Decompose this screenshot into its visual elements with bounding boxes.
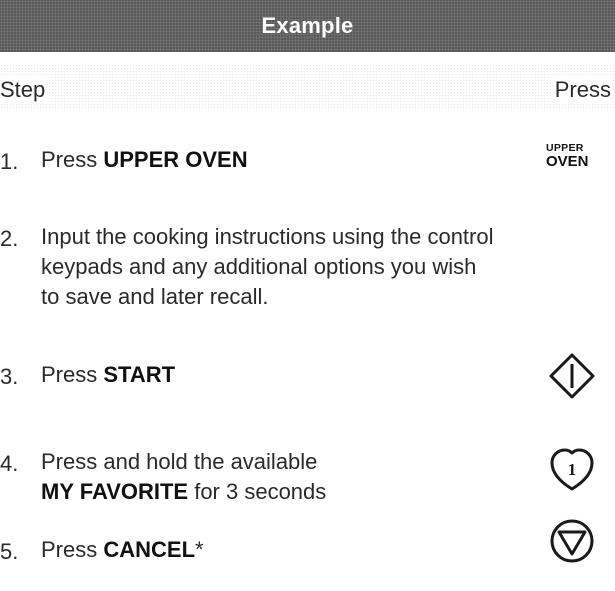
step-text: Press UPPER OVEN (41, 145, 248, 175)
step-key-name: MY FAVORITE (41, 479, 189, 504)
favorite-1-icon: 1 (550, 448, 594, 491)
header-title: Example (261, 13, 354, 38)
upper-oven-key-line2: OVEN (546, 153, 589, 170)
press-column-label: Press (552, 77, 611, 103)
step-text-line-2: MY FAVORITE for 3 seconds (41, 477, 326, 507)
step-text-line-1: Press and hold the available (41, 449, 318, 474)
cancel-triangle-icon (550, 519, 594, 563)
step-key-name: START (103, 362, 176, 387)
step-prefix: Press (41, 362, 104, 387)
start-diamond-icon (549, 353, 595, 399)
favorite-number: 1 (568, 460, 577, 479)
step-suffix: for 3 seconds (188, 479, 327, 504)
step-key-name: UPPER OVEN (103, 147, 248, 172)
step-number: 3. (0, 364, 19, 389)
step-prefix: Press (41, 537, 104, 562)
column-header-row: Step Press (0, 64, 615, 108)
step-prefix: Press (41, 147, 104, 172)
step-text-line-2: keypads and any additional options you w… (41, 254, 477, 279)
example-header: Example (0, 0, 615, 52)
step-key-name: CANCEL (103, 537, 196, 562)
step-text-line-3: to save and later recall. (41, 284, 269, 309)
step-text-line-1: Input the cooking instructions using the… (41, 224, 494, 249)
step-number: 5. (0, 539, 19, 564)
step-number: 1. (0, 149, 19, 174)
step-text: Press START (41, 360, 175, 390)
step-number: 4. (0, 451, 19, 476)
step-suffix: * (195, 537, 204, 562)
step-column-label: Step (0, 77, 48, 103)
step-text: Press CANCEL* (41, 535, 204, 565)
step-number: 2. (0, 226, 19, 251)
upper-oven-key: UPPER OVEN (546, 143, 589, 170)
